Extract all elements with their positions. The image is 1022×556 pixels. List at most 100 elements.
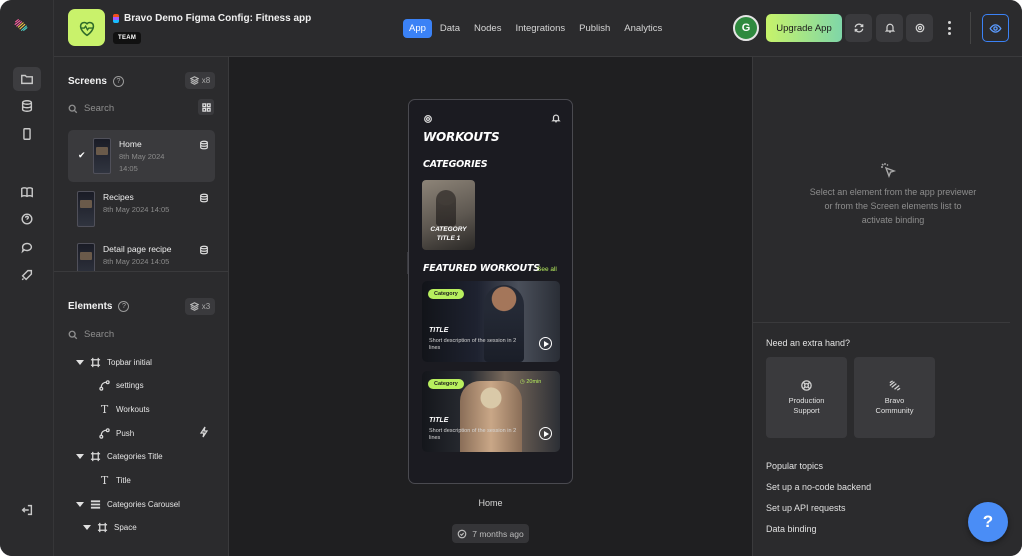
tab-integrations[interactable]: Integrations <box>509 19 571 38</box>
avatar[interactable]: G <box>733 15 759 41</box>
rocket-icon[interactable] <box>13 263 41 287</box>
timer-text: 20min <box>526 379 542 385</box>
refresh-button[interactable] <box>845 14 872 42</box>
bolt-icon[interactable] <box>199 426 209 438</box>
categories-heading[interactable]: CATEGORIES <box>423 159 488 170</box>
notifications-button[interactable] <box>876 14 903 42</box>
link-icon <box>99 427 110 439</box>
screen-item-recipes[interactable]: Recipes 8th May 2024 14:05 <box>68 183 215 235</box>
elements-search[interactable]: Search <box>68 329 114 340</box>
logout-icon[interactable] <box>13 498 41 522</box>
caret-down-icon[interactable] <box>83 524 91 530</box>
play-icon[interactable] <box>539 427 552 440</box>
preview-button[interactable] <box>982 14 1009 42</box>
database-icon[interactable] <box>13 94 41 118</box>
tree-node-push[interactable]: Push <box>99 425 134 441</box>
caret-down-icon[interactable] <box>76 359 84 365</box>
cursor-click-icon <box>879 161 897 184</box>
screen-item-home[interactable]: ✔ Home 8th May 2024 14:05 <box>68 130 215 182</box>
featured-workouts-heading[interactable]: FEATURED WORKOUTS <box>423 263 540 274</box>
featured-workout-card[interactable]: Category TITLE Short description of the … <box>422 281 560 362</box>
tab-analytics[interactable]: Analytics <box>618 19 668 38</box>
mobile-icon[interactable] <box>13 122 41 146</box>
refresh-icon <box>854 23 863 33</box>
see-all-link[interactable]: See all <box>537 266 557 273</box>
search-icon <box>68 104 78 113</box>
right-panel: Select an element from the app previewer… <box>752 57 1022 556</box>
left-panel: Screens ? x8 Search ✔ Home 8th May 2024 … <box>54 57 229 556</box>
divider <box>753 322 1010 323</box>
screen-date: 8th May 2024 14:05 <box>103 257 170 266</box>
screen-name: Home <box>119 139 142 149</box>
bell-icon[interactable] <box>551 113 561 123</box>
help-circle-icon[interactable] <box>13 207 41 231</box>
database-icon[interactable] <box>199 137 209 155</box>
grid-view-button[interactable] <box>198 99 214 115</box>
tree-node-space[interactable]: Space <box>83 519 137 535</box>
settings-button[interactable] <box>906 14 933 42</box>
tree-node-topbar-initial[interactable]: Topbar initial <box>76 354 152 370</box>
more-menu-icon[interactable] <box>944 18 954 38</box>
workouts-heading[interactable]: WORKOUTS <box>423 130 500 144</box>
book-icon[interactable] <box>13 180 41 204</box>
screen-time: 14:05 <box>119 164 138 173</box>
check-icon: ✔ <box>78 150 86 160</box>
tree-node-label: Topbar initial <box>107 357 152 367</box>
screens-search[interactable]: Search <box>68 103 114 114</box>
screen-date: 8th May 2024 14:05 <box>103 205 170 214</box>
team-badge: TEAM <box>113 32 142 44</box>
frame-icon <box>90 451 101 461</box>
tree-node-label: Space <box>114 522 137 532</box>
caret-down-icon[interactable] <box>76 501 84 507</box>
section-divider <box>54 271 229 272</box>
app-heart-icon[interactable] <box>68 9 105 46</box>
link-icon <box>99 379 110 391</box>
tree-node-settings[interactable]: settings <box>99 377 144 393</box>
app-previewer[interactable]: WORKOUTS CATEGORIES CATEGORY TITLE 1 FEA… <box>408 99 573 484</box>
database-icon[interactable] <box>199 242 209 260</box>
popular-topics-title: Popular topics <box>766 461 824 471</box>
tree-node-categories-carousel[interactable]: Categories Carousel <box>76 496 180 512</box>
featured-workout-card[interactable]: Category ◷ 20min TITLE Short description… <box>422 371 560 452</box>
help-icon[interactable]: ? <box>118 301 130 312</box>
card-title: TITLE <box>429 417 449 424</box>
tab-publish[interactable]: Publish <box>573 19 616 38</box>
topic-link[interactable]: Data binding <box>766 524 817 534</box>
app-title: Bravo Demo Figma Config: Fitness app <box>113 13 311 24</box>
app-window: Bravo Demo Figma Config: Fitness app TEA… <box>0 0 1022 556</box>
settings-icon[interactable] <box>423 114 433 124</box>
lifebuoy-icon <box>801 380 812 391</box>
help-card-label: Production Support <box>788 396 825 415</box>
database-icon[interactable] <box>199 190 209 208</box>
topic-link[interactable]: Set up a no-code backend <box>766 482 871 492</box>
bell-icon <box>884 23 895 33</box>
tree-node-workouts[interactable]: T Workouts <box>99 401 150 417</box>
caret-down-icon[interactable] <box>76 453 84 459</box>
help-title: Need an extra hand? <box>766 338 851 348</box>
bravo-logo-icon[interactable] <box>14 18 40 42</box>
category-card[interactable]: CATEGORY TITLE 1 <box>422 180 475 250</box>
help-fab-button[interactable]: ? <box>968 502 1008 542</box>
tab-app[interactable]: App <box>403 19 432 38</box>
screen-date: 8th May 2024 <box>119 152 165 161</box>
tree-node-categories-title[interactable]: Categories Title <box>76 448 163 464</box>
help-icon[interactable]: ? <box>112 76 124 87</box>
folder-icon[interactable] <box>13 67 41 91</box>
tab-nodes[interactable]: Nodes <box>468 19 507 38</box>
chat-icon[interactable] <box>13 235 41 259</box>
upgrade-app-button[interactable]: Upgrade App <box>766 14 842 42</box>
eye-icon <box>989 23 1002 33</box>
topic-link[interactable]: Set up API requests <box>766 503 846 513</box>
screen-thumbnail <box>93 138 111 174</box>
play-icon[interactable] <box>539 337 552 350</box>
tab-data[interactable]: Data <box>434 19 466 38</box>
production-support-card[interactable]: Production Support <box>766 357 847 438</box>
figma-icon <box>113 14 119 23</box>
screen-name: Detail page recipe <box>103 244 172 254</box>
bravo-community-card[interactable]: Bravo Community <box>854 357 935 438</box>
binding-hint: Select an element from the app previewer… <box>809 187 977 225</box>
tree-node-title[interactable]: T Title <box>99 472 131 488</box>
frame-icon <box>90 357 101 367</box>
category-pill: Category <box>428 379 464 389</box>
screen-item-detail-page-recipe[interactable]: Detail page recipe 8th May 2024 14:05 <box>68 235 215 271</box>
